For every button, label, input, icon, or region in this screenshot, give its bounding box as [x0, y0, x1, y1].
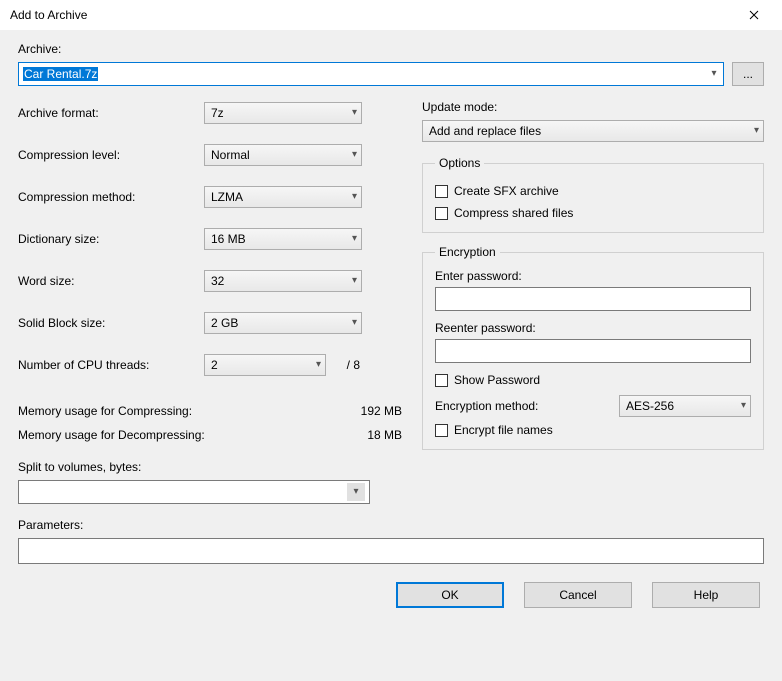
- enter-password-label: Enter password:: [435, 269, 751, 283]
- titlebar: Add to Archive: [0, 0, 782, 30]
- shared-checkbox[interactable]: [435, 207, 448, 220]
- block-select[interactable]: 2 GB▾: [204, 312, 362, 334]
- enc-method-label: Encryption method:: [435, 399, 538, 413]
- mem-decomp-label: Memory usage for Decompressing:: [18, 428, 205, 442]
- parameters-input[interactable]: [18, 538, 764, 564]
- archive-path-value: Car Rental.7z: [23, 67, 98, 81]
- archive-path-combobox[interactable]: Car Rental.7z ▾: [18, 62, 724, 86]
- enc-method-select[interactable]: AES-256▾: [619, 395, 751, 417]
- dict-label: Dictionary size:: [18, 232, 204, 246]
- show-password-label: Show Password: [454, 373, 540, 387]
- chevron-down-icon: ▾: [741, 401, 746, 411]
- encryption-legend: Encryption: [435, 245, 500, 259]
- close-button[interactable]: [734, 2, 774, 28]
- right-column: Update mode: Add and replace files▾ Opti…: [422, 100, 764, 504]
- split-label: Split to volumes, bytes:: [18, 460, 402, 474]
- chevron-down-icon: ▾: [316, 360, 321, 370]
- mem-decomp-value: 18 MB: [367, 428, 402, 442]
- update-label: Update mode:: [422, 100, 764, 114]
- reenter-password-label: Reenter password:: [435, 321, 751, 335]
- dict-select[interactable]: 16 MB▾: [204, 228, 362, 250]
- level-label: Compression level:: [18, 148, 204, 162]
- dialog-content: Archive: Car Rental.7z ▾ ... Archive for…: [0, 30, 782, 681]
- method-select[interactable]: LZMA▾: [204, 186, 362, 208]
- close-icon: [749, 10, 759, 20]
- format-label: Archive format:: [18, 106, 204, 120]
- encrypt-names-label: Encrypt file names: [454, 423, 553, 437]
- cancel-button[interactable]: Cancel: [524, 582, 632, 608]
- format-select[interactable]: 7z▾: [204, 102, 362, 124]
- parameters-label: Parameters:: [18, 518, 764, 532]
- chevron-down-icon: ▾: [754, 126, 759, 136]
- window-title: Add to Archive: [10, 8, 87, 22]
- chevron-down-icon: ▾: [352, 318, 357, 328]
- reenter-password-input[interactable]: [435, 339, 751, 363]
- split-dropdown-button[interactable]: ▾: [347, 483, 365, 501]
- chevron-down-icon: ▾: [352, 108, 357, 118]
- archive-label: Archive:: [18, 42, 764, 56]
- mem-comp-label: Memory usage for Compressing:: [18, 404, 192, 418]
- chevron-down-icon: ▾: [352, 276, 357, 286]
- options-legend: Options: [435, 156, 484, 170]
- chevron-down-icon: ▾: [352, 234, 357, 244]
- chevron-down-icon: ▾: [711, 69, 716, 79]
- options-group: Options Create SFX archive Compress shar…: [422, 156, 764, 233]
- chevron-down-icon: ▾: [352, 150, 357, 160]
- block-label: Solid Block size:: [18, 316, 204, 330]
- browse-button[interactable]: ...: [732, 62, 764, 86]
- word-select[interactable]: 32▾: [204, 270, 362, 292]
- sfx-checkbox[interactable]: [435, 185, 448, 198]
- mem-comp-value: 192 MB: [361, 404, 402, 418]
- chevron-down-icon: ▾: [353, 487, 358, 497]
- help-button[interactable]: Help: [652, 582, 760, 608]
- enter-password-input[interactable]: [435, 287, 751, 311]
- encryption-group: Encryption Enter password: Reenter passw…: [422, 245, 764, 450]
- encrypt-names-checkbox[interactable]: [435, 424, 448, 437]
- threads-select[interactable]: 2▾: [204, 354, 326, 376]
- word-label: Word size:: [18, 274, 204, 288]
- shared-label: Compress shared files: [454, 206, 573, 220]
- archive-dropdown-button[interactable]: ▾: [705, 63, 723, 85]
- dialog-buttons: OK Cancel Help: [18, 582, 764, 608]
- sfx-label: Create SFX archive: [454, 184, 559, 198]
- level-select[interactable]: Normal▾: [204, 144, 362, 166]
- left-column: Archive format: 7z▾ Compression level: N…: [18, 100, 402, 504]
- ok-button[interactable]: OK: [396, 582, 504, 608]
- chevron-down-icon: ▾: [352, 192, 357, 202]
- split-volumes-combobox[interactable]: ▾: [18, 480, 370, 504]
- method-label: Compression method:: [18, 190, 204, 204]
- update-mode-select[interactable]: Add and replace files▾: [422, 120, 764, 142]
- threads-label: Number of CPU threads:: [18, 358, 204, 372]
- threads-total: / 8: [332, 358, 360, 372]
- show-password-checkbox[interactable]: [435, 374, 448, 387]
